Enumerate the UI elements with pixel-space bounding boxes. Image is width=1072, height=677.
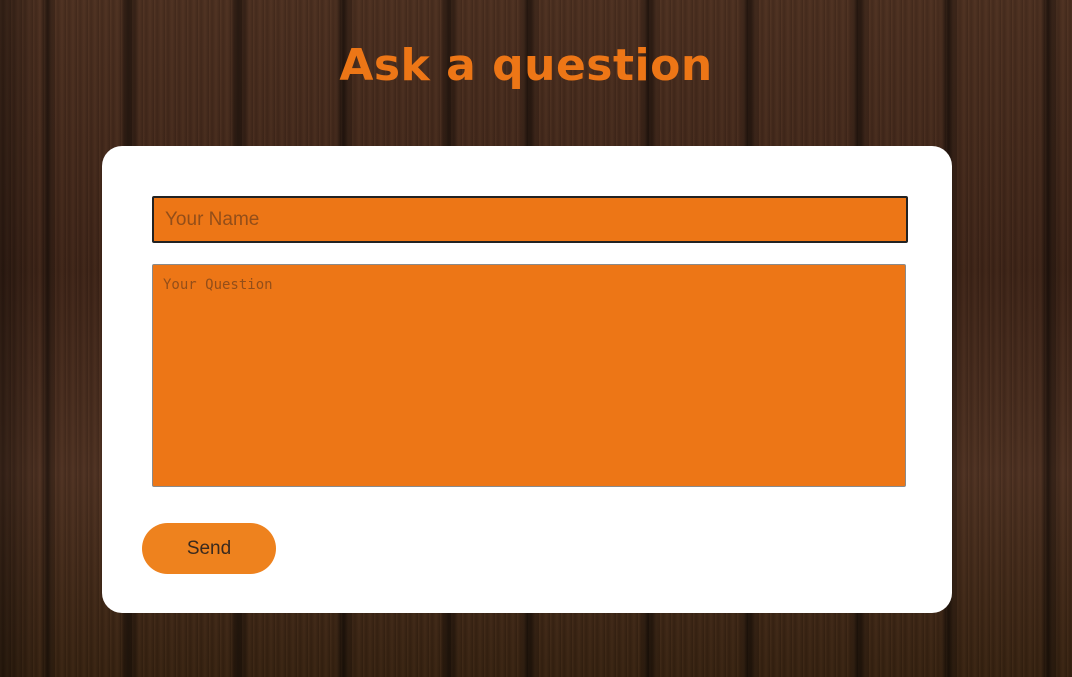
name-input[interactable] — [152, 196, 908, 243]
send-button[interactable]: Send — [142, 523, 276, 574]
question-textarea[interactable] — [152, 264, 906, 487]
page-title: Ask a question — [339, 40, 713, 91]
question-form-card: Send — [102, 146, 952, 613]
